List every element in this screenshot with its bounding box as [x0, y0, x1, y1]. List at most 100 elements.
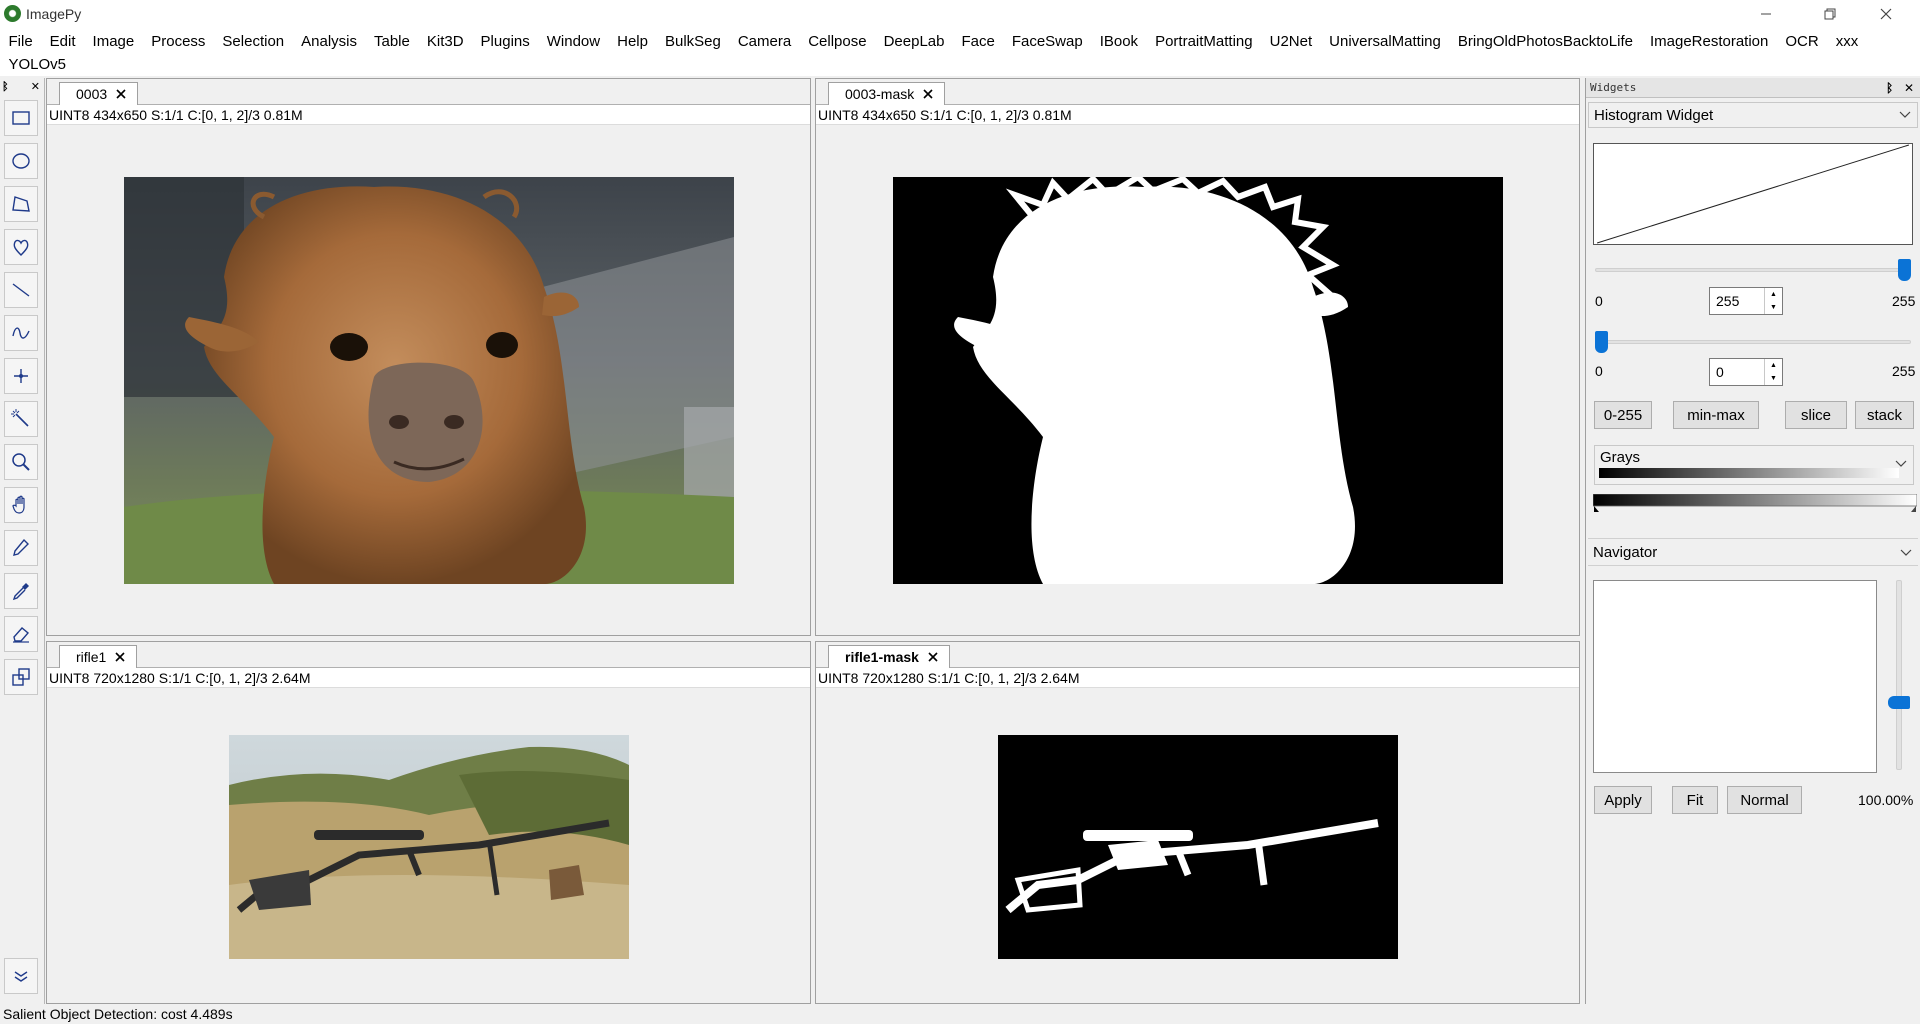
close-icon[interactable]: ✕	[1904, 81, 1914, 95]
toolbar-divider	[44, 78, 45, 1004]
menu-face[interactable]: Face	[953, 33, 1003, 50]
stack-button[interactable]: stack	[1855, 401, 1914, 429]
slice-button[interactable]: slice	[1785, 401, 1847, 429]
min-slider-thumb[interactable]	[1595, 331, 1608, 353]
min-value-spinbox[interactable]: 0 ▲ ▼	[1709, 358, 1783, 386]
alpaca-mask[interactable]	[893, 177, 1503, 584]
spin-down-icon[interactable]: ▼	[1765, 372, 1782, 385]
menu-ocr[interactable]: OCR	[1777, 33, 1827, 50]
menu-camera[interactable]: Camera	[729, 33, 799, 50]
min-max-button[interactable]: min-max	[1673, 401, 1759, 429]
lut-range-bar[interactable]	[1593, 494, 1917, 512]
max-slider-track[interactable]	[1595, 268, 1911, 272]
menu-help[interactable]: Help	[609, 33, 657, 50]
close-icon[interactable]	[115, 88, 127, 100]
close-icon[interactable]	[922, 88, 934, 100]
menu-analysis[interactable]: Analysis	[293, 33, 366, 50]
image-panel-rifle1[interactable]: rifle1 UINT8 720x1280 S:1/1 C:[0, 1, 2]/…	[46, 641, 811, 1004]
spin-up-icon[interactable]: ▲	[1765, 288, 1782, 301]
menu-window[interactable]: Window	[538, 33, 608, 50]
alpaca-photo[interactable]	[124, 177, 734, 584]
window-title: ImagePy	[26, 6, 82, 22]
pin-icon[interactable]: ᛒ	[2, 81, 9, 93]
clone-tool[interactable]	[4, 659, 38, 695]
point-tool[interactable]	[4, 358, 38, 394]
tab-0003[interactable]: 0003	[59, 82, 139, 105]
menu-file[interactable]: File	[0, 33, 41, 50]
menu-ibook[interactable]: IBook	[1091, 33, 1146, 50]
curve-tool[interactable]	[4, 315, 38, 351]
ellipse-select-tool[interactable]	[4, 143, 38, 179]
menu-cellpose[interactable]: Cellpose	[800, 33, 875, 50]
menu-deeplab[interactable]: DeepLab	[875, 33, 953, 50]
image-panel-rifle1-mask[interactable]: rifle1-mask UINT8 720x1280 S:1/1 C:[0, 1…	[815, 641, 1580, 1004]
menu-yolov5[interactable]: YOLOv5	[0, 56, 75, 73]
zoom-tool[interactable]	[4, 444, 38, 480]
minimize-button[interactable]	[1744, 2, 1788, 26]
polygon-select-tool[interactable]	[4, 186, 38, 222]
tab-label: rifle1	[76, 649, 107, 665]
tab-rifle1-mask[interactable]: rifle1-mask	[828, 645, 950, 668]
eraser-tool[interactable]	[4, 616, 38, 652]
histogram-widget-label: Histogram Widget	[1594, 106, 1714, 124]
panel-tabbar: rifle1	[47, 642, 810, 668]
menu-portraitmatting[interactable]: PortraitMatting	[1147, 33, 1262, 50]
min-slider-track[interactable]	[1595, 340, 1911, 344]
lut-preview	[1599, 468, 1899, 478]
spin-down-icon[interactable]: ▼	[1765, 301, 1782, 314]
menu-edit[interactable]: Edit	[41, 33, 84, 50]
zoom-slider-thumb[interactable]	[1888, 696, 1910, 709]
pin-icon[interactable]: ᛒ	[1886, 81, 1893, 95]
rifle-mask[interactable]	[998, 735, 1398, 959]
tab-0003-mask[interactable]: 0003-mask	[828, 82, 946, 105]
menu-selection[interactable]: Selection	[214, 33, 293, 50]
fit-button[interactable]: Fit	[1672, 786, 1718, 814]
image-panel-0003-mask[interactable]: 0003-mask UINT8 434x650 S:1/1 C:[0, 1, 2…	[815, 78, 1580, 636]
color-picker-tool[interactable]	[4, 573, 38, 609]
menu-imagerestoration[interactable]: ImageRestoration	[1641, 33, 1776, 50]
magic-wand-icon	[11, 409, 29, 427]
close-window-button[interactable]	[1864, 2, 1908, 26]
normal-button[interactable]: Normal	[1727, 786, 1802, 814]
restore-button[interactable]	[1808, 2, 1852, 26]
spin-up-icon[interactable]: ▲	[1765, 359, 1782, 372]
menu-bringoldphotosbacktolife[interactable]: BringOldPhotosBacktoLife	[1449, 33, 1641, 50]
image-panel-0003[interactable]: 0003 UINT8 434x650 S:1/1 C:[0, 1, 2]/3 0…	[46, 78, 811, 636]
line-tool[interactable]	[4, 272, 38, 308]
menu-kit3d[interactable]: Kit3D	[418, 33, 472, 50]
close-icon[interactable]	[114, 651, 126, 663]
image-info: UINT8 434x650 S:1/1 C:[0, 1, 2]/3 0.81M	[816, 105, 1579, 125]
magnifier-icon	[12, 453, 30, 471]
navigator-header[interactable]: Navigator	[1588, 538, 1918, 566]
histogram-widget-selector[interactable]: Histogram Widget	[1588, 102, 1918, 128]
max-value-spinbox[interactable]: 255 ▲ ▼	[1709, 287, 1783, 315]
tab-rifle1[interactable]: rifle1	[59, 645, 138, 668]
menu-plugins[interactable]: Plugins	[472, 33, 538, 50]
pencil-tool[interactable]	[4, 530, 38, 566]
menu-bulkseg[interactable]: BulkSeg	[656, 33, 729, 50]
freehand-select-tool[interactable]	[4, 229, 38, 265]
rifle-photo[interactable]	[229, 735, 629, 959]
close-icon[interactable]	[927, 651, 939, 663]
min-slider-max-label: 255	[1892, 363, 1916, 379]
hand-pan-tool[interactable]	[4, 487, 38, 523]
menu-universalmatting[interactable]: UniversalMatting	[1321, 33, 1450, 50]
menu-xxx[interactable]: xxx	[1827, 33, 1867, 50]
menu-u2net[interactable]: U2Net	[1261, 33, 1321, 50]
expand-more-button[interactable]	[4, 958, 38, 994]
rectangle-select-tool[interactable]	[4, 100, 38, 136]
navigator-preview[interactable]	[1593, 580, 1877, 773]
max-slider-thumb[interactable]	[1898, 259, 1911, 281]
magic-wand-tool[interactable]	[4, 401, 38, 437]
ellipse-icon	[12, 153, 30, 169]
menu-faceswap[interactable]: FaceSwap	[1003, 33, 1091, 50]
menu-image[interactable]: Image	[84, 33, 143, 50]
apply-button[interactable]: Apply	[1594, 786, 1652, 814]
menu-process[interactable]: Process	[143, 33, 214, 50]
close-icon[interactable]: ✕	[31, 81, 40, 93]
menu-table[interactable]: Table	[366, 33, 419, 50]
zoom-slider-track[interactable]	[1896, 580, 1902, 770]
range-0-255-button[interactable]: 0-255	[1594, 401, 1652, 429]
imagepy-window: ImagePy File Edit Image Process Selection Ana…	[0, 0, 1920, 1024]
lut-selector[interactable]: Grays	[1594, 445, 1914, 485]
